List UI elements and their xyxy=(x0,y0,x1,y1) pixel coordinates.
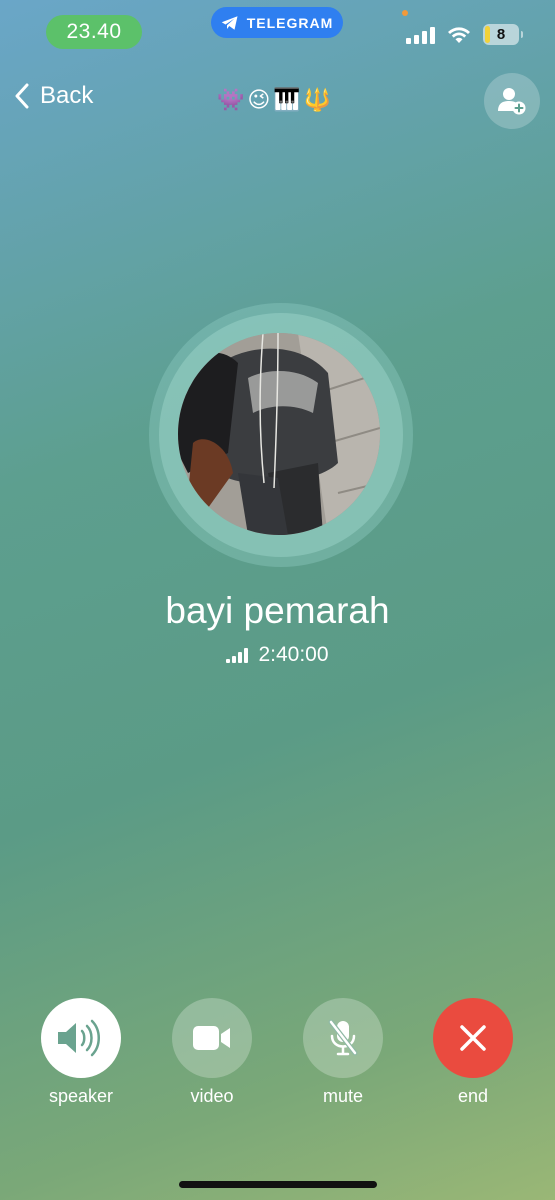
caller-avatar xyxy=(178,333,380,535)
end-call-button-circle[interactable] xyxy=(433,998,513,1078)
speaker-icon xyxy=(58,1019,100,1057)
wifi-icon xyxy=(448,26,470,43)
title-emoji-3: 🎹 xyxy=(273,87,301,112)
cellular-signal-icon xyxy=(406,26,435,44)
mute-button-circle[interactable] xyxy=(303,998,383,1078)
end-call-button[interactable]: end xyxy=(433,998,513,1107)
telegram-pill-label: TELEGRAM xyxy=(246,14,334,31)
mute-button[interactable]: mute xyxy=(303,998,383,1107)
status-time[interactable]: 23.40 xyxy=(46,15,142,49)
caller-photo xyxy=(178,333,380,535)
mute-label: mute xyxy=(322,1086,364,1106)
chevron-left-icon xyxy=(15,83,29,109)
battery-level: 8 xyxy=(496,26,506,43)
video-button-circle[interactable] xyxy=(172,998,252,1078)
speaker-label: speaker xyxy=(48,1086,114,1106)
video-camera-icon xyxy=(193,1026,230,1050)
microphone-off-icon xyxy=(328,1019,358,1056)
call-duration: 2:40:00 xyxy=(258,643,329,666)
telegram-return-pill[interactable]: TELEGRAM xyxy=(211,7,343,38)
video-button[interactable]: video xyxy=(172,998,252,1107)
video-label: video xyxy=(190,1086,234,1106)
back-label: Back xyxy=(40,82,94,109)
status-icons: 8 xyxy=(406,24,523,45)
add-participant-button[interactable] xyxy=(484,73,540,129)
home-indicator[interactable] xyxy=(179,1181,377,1188)
close-icon xyxy=(460,1025,486,1051)
speaker-button[interactable]: speaker xyxy=(41,998,121,1107)
speaker-button-circle[interactable] xyxy=(41,998,121,1078)
caller-name: bayi pemarah xyxy=(165,590,390,631)
telegram-icon xyxy=(221,15,238,30)
add-user-icon xyxy=(498,88,526,115)
title-emoji-1: 👾 xyxy=(217,87,245,112)
battery-icon: 8 xyxy=(483,24,523,45)
call-status: 2:40:00 xyxy=(0,643,555,667)
privacy-indicator-dot xyxy=(402,10,408,16)
title-emoji-2: 😉 xyxy=(247,87,271,112)
connection-quality-icon xyxy=(226,647,249,663)
back-button[interactable]: Back xyxy=(14,82,93,110)
title-emoji-4: 🔱 xyxy=(303,87,332,112)
end-label: end xyxy=(457,1086,489,1106)
chat-title: 👾 😉 🎹 🔱 xyxy=(217,86,331,114)
